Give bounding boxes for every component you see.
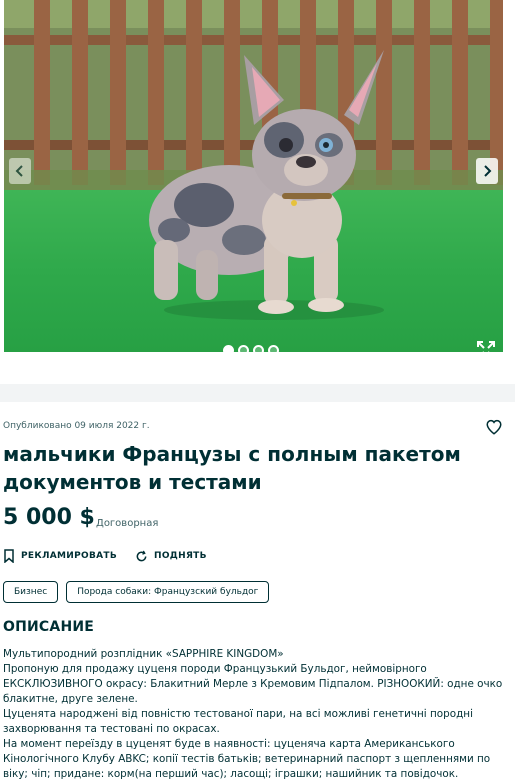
image-gallery: [0, 0, 515, 368]
bookmark-icon: [4, 549, 14, 563]
gallery-dot-3[interactable]: [253, 345, 264, 356]
next-image-button[interactable]: [476, 158, 498, 184]
price: 5 000 $: [3, 505, 95, 530]
gallery-pagination: [223, 345, 279, 356]
gallery-dot-2[interactable]: [238, 345, 249, 356]
favorite-button[interactable]: [485, 418, 503, 436]
raise-button[interactable]: ПОДНЯТЬ: [135, 549, 207, 563]
promote-button[interactable]: РЕКЛАМИРОВАТЬ: [3, 549, 117, 563]
section-divider: [0, 384, 515, 402]
chevron-right-icon: [484, 165, 492, 177]
gallery-dot-1[interactable]: [223, 345, 234, 356]
expand-icon: [477, 341, 495, 359]
fullscreen-button[interactable]: [474, 338, 498, 362]
description-line: Цуценята народжені від повністю тестован…: [3, 708, 473, 735]
listing-photo[interactable]: [4, 0, 503, 352]
ad-actions: РЕКЛАМИРОВАТЬ ПОДНЯТЬ: [3, 549, 207, 563]
description-line: На момент переїзду в цуценят буде в наяв…: [3, 738, 491, 780]
tag-business[interactable]: Бизнес: [3, 581, 59, 603]
previous-image-button[interactable]: [9, 158, 31, 184]
gallery-dot-4[interactable]: [268, 345, 279, 356]
refresh-icon: [136, 550, 147, 561]
tag-dog-breed[interactable]: Порода собаки: Французский бульдог: [66, 581, 270, 603]
description-text: Мультипородний розплідник «SAPPHIRE KING…: [3, 647, 511, 782]
published-date: Опубликовано 09 июля 2022 г.: [3, 421, 150, 431]
heart-outline-icon: [486, 419, 502, 435]
description-line: Пропоную для продажу цуценя породи Франц…: [3, 663, 503, 705]
price-negotiable-note: Договорная: [96, 518, 159, 529]
description-line: Мультипородний розплідник «SAPPHIRE KING…: [3, 648, 284, 660]
raise-label: ПОДНЯТЬ: [154, 551, 207, 561]
ad-tags: Бизнес Порода собаки: Французский бульдо…: [3, 581, 270, 603]
ad-title: мальчики Французы с полным пакетом докум…: [3, 442, 461, 494]
promote-label: РЕКЛАМИРОВАТЬ: [21, 551, 118, 561]
puppy-image: [149, 50, 384, 320]
description-heading: ОПИСАНИЕ: [3, 619, 95, 635]
chevron-left-icon: [15, 165, 23, 177]
